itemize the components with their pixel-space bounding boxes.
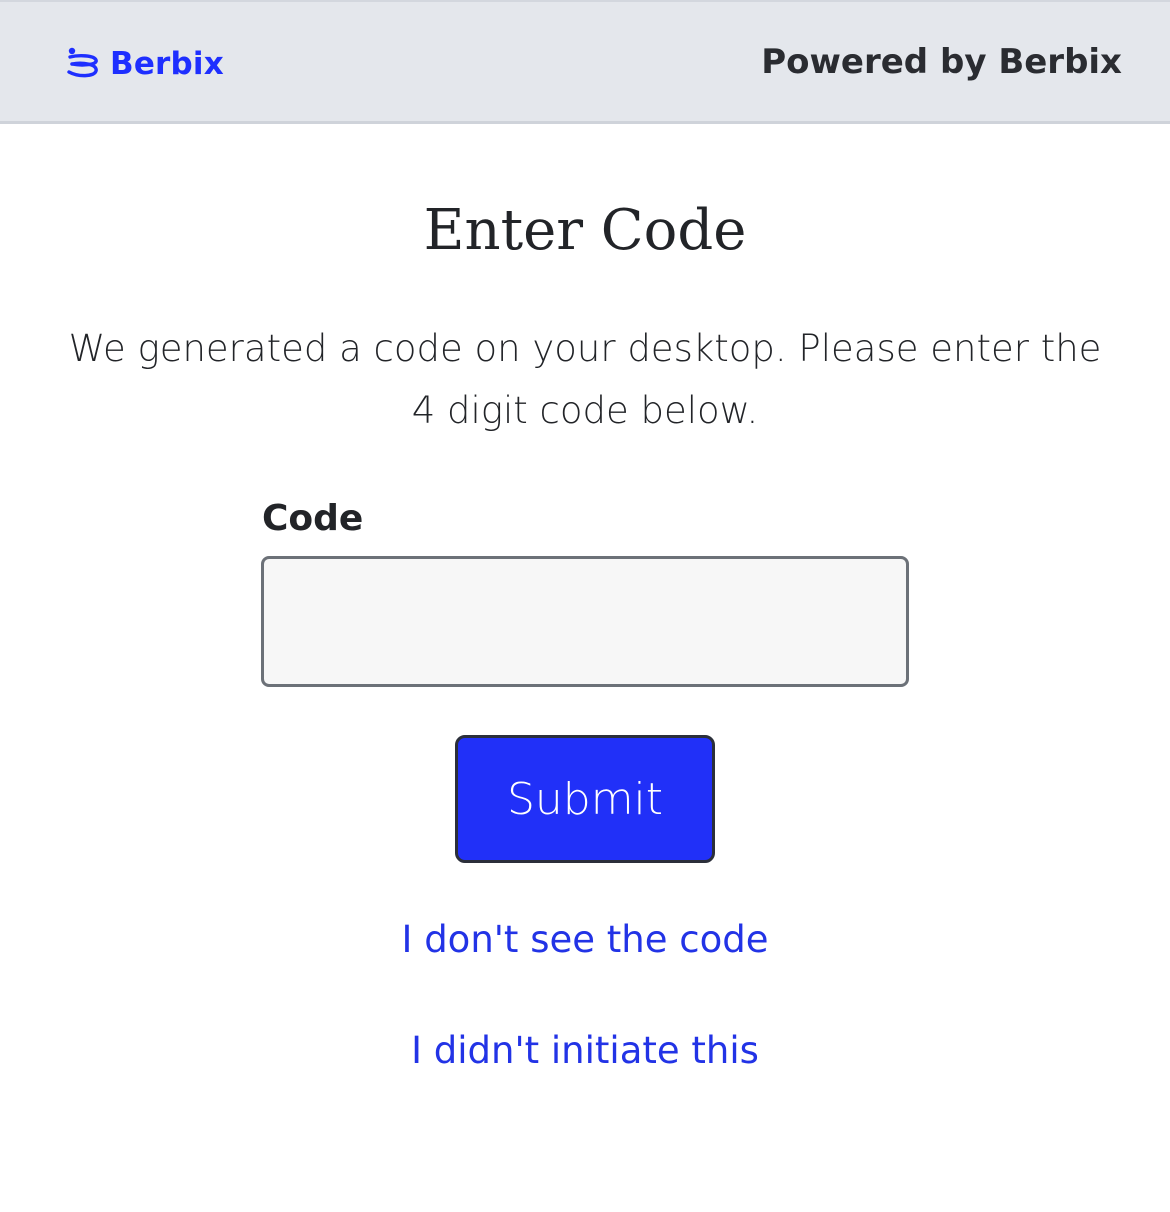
code-input[interactable] <box>261 556 909 687</box>
page-title: Enter Code <box>423 198 747 263</box>
did-not-initiate-link[interactable]: I didn't initiate this <box>0 1029 1170 1072</box>
header-bar: Berbix Powered by Berbix <box>0 0 1170 124</box>
logo-text: Berbix <box>110 46 224 82</box>
powered-by-label: Powered by Berbix <box>761 42 1122 82</box>
submit-button[interactable]: Submit <box>455 735 715 863</box>
code-field-label: Code <box>262 498 364 539</box>
no-code-link[interactable]: I don't see the code <box>0 918 1170 961</box>
berbix-logo-icon <box>67 47 98 78</box>
instructions-text: We generated a code on your desktop. Ple… <box>68 327 1102 432</box>
berbix-logo[interactable]: Berbix <box>64 44 224 84</box>
